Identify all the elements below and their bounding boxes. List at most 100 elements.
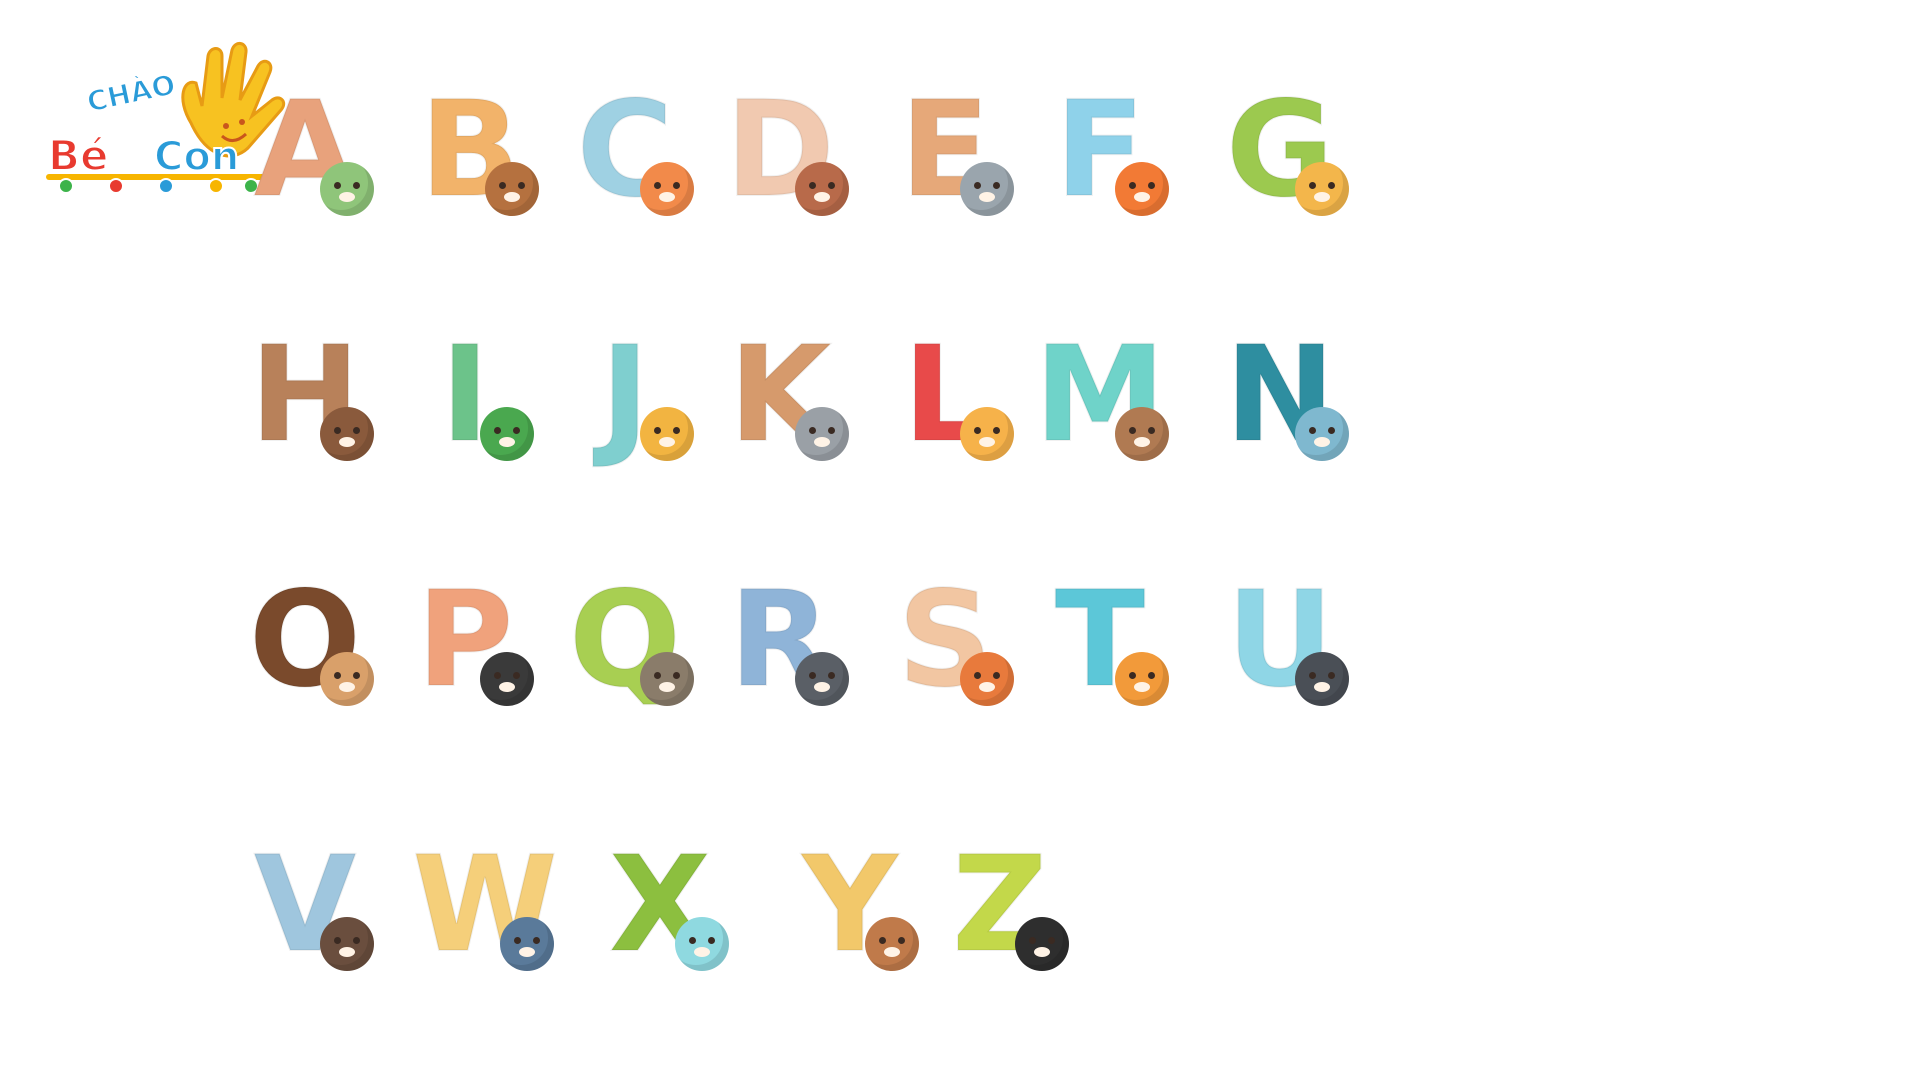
animal-eye — [1129, 672, 1136, 679]
animal-eye — [898, 937, 905, 944]
animal-eye — [334, 937, 341, 944]
letter-card-q: Q — [550, 560, 700, 720]
animal-snout — [499, 437, 515, 447]
animal-snout — [979, 437, 995, 447]
letter-card-a: A — [230, 70, 380, 230]
animal-eye — [1328, 427, 1335, 434]
animal-eye — [513, 427, 520, 434]
elephant-icon — [960, 162, 1014, 216]
letter-card-c: C — [550, 70, 700, 230]
alphabet-grid: ABCDEFG HIJKLMN OPQRSTU VWXYZ — [0, 0, 1920, 1080]
letter-card-d: D — [705, 70, 855, 230]
animal-eye — [974, 672, 981, 679]
letter-card-i: I — [390, 315, 540, 475]
animal-eye — [673, 427, 680, 434]
monkey-icon — [1115, 407, 1169, 461]
animal-snout — [979, 192, 995, 202]
animal-snout — [339, 682, 355, 692]
animal-eye — [654, 182, 661, 189]
animal-eye — [1309, 182, 1316, 189]
animal-eye — [513, 672, 520, 679]
animal-eye — [1309, 427, 1316, 434]
animal-eye — [708, 937, 715, 944]
animal-snout — [1134, 192, 1150, 202]
animal-eye — [993, 182, 1000, 189]
animal-eye — [499, 182, 506, 189]
letter-card-n: N — [1205, 315, 1355, 475]
letter-card-z: Z — [925, 825, 1075, 985]
owl-icon — [320, 652, 374, 706]
animal-eye — [353, 182, 360, 189]
animal-snout — [504, 192, 520, 202]
letter-card-v: V — [230, 825, 380, 985]
animal-eye — [518, 182, 525, 189]
animal-eye — [514, 937, 521, 944]
crocodile-icon — [320, 162, 374, 216]
animal-eye — [1309, 672, 1316, 679]
animal-snout — [659, 192, 675, 202]
letter-card-t: T — [1025, 560, 1175, 720]
alphabet-poster: CHÀO Bé Con ABCDEFGHIJKLMNOPQRSTUVWXYZ — [0, 0, 1920, 1080]
letter-card-s: S — [870, 560, 1020, 720]
animal-snout — [519, 947, 535, 957]
narwhal-icon — [1295, 407, 1349, 461]
quail-icon — [640, 652, 694, 706]
yak-icon — [865, 917, 919, 971]
animal-snout — [659, 437, 675, 447]
animal-snout — [1314, 682, 1330, 692]
animal-eye — [654, 672, 661, 679]
animal-eye — [1148, 182, 1155, 189]
animal-eye — [828, 182, 835, 189]
hedgehog-icon — [1295, 652, 1349, 706]
animal-snout — [1314, 437, 1330, 447]
animal-eye — [334, 672, 341, 679]
letter-card-r: R — [705, 560, 855, 720]
letter-card-g: G — [1205, 70, 1355, 230]
animal-snout — [979, 682, 995, 692]
animal-eye — [828, 427, 835, 434]
bat-icon — [320, 917, 374, 971]
animal-eye — [673, 672, 680, 679]
animal-snout — [884, 947, 900, 957]
letter-card-w: W — [410, 825, 560, 985]
letter-card-e: E — [870, 70, 1020, 230]
animal-eye — [1129, 182, 1136, 189]
animal-eye — [353, 937, 360, 944]
animal-snout — [339, 437, 355, 447]
animal-eye — [1029, 937, 1036, 944]
animal-snout — [814, 682, 830, 692]
animal-snout — [814, 437, 830, 447]
animal-snout — [1134, 437, 1150, 447]
animal-snout — [1034, 947, 1050, 957]
iguana-icon — [480, 407, 534, 461]
giraffe-icon — [1295, 162, 1349, 216]
animal-eye — [1048, 937, 1055, 944]
animal-eye — [828, 672, 835, 679]
animal-eye — [993, 672, 1000, 679]
jaguar-icon — [640, 407, 694, 461]
animal-eye — [809, 672, 816, 679]
cat-icon — [640, 162, 694, 216]
horse-icon — [320, 407, 374, 461]
animal-eye — [673, 182, 680, 189]
animal-snout — [814, 192, 830, 202]
animal-eye — [494, 427, 501, 434]
animal-eye — [974, 427, 981, 434]
animal-eye — [1148, 672, 1155, 679]
animal-snout — [694, 947, 710, 957]
animal-eye — [353, 427, 360, 434]
letter-card-u: U — [1205, 560, 1355, 720]
animal-eye — [654, 427, 661, 434]
animal-eye — [334, 427, 341, 434]
panda-icon — [480, 652, 534, 706]
letter-card-m: M — [1025, 315, 1175, 475]
animal-eye — [974, 182, 981, 189]
koala-icon — [795, 407, 849, 461]
animal-snout — [1314, 192, 1330, 202]
tiger-icon — [1115, 652, 1169, 706]
animal-eye — [494, 672, 501, 679]
lion-icon — [960, 407, 1014, 461]
animal-eye — [809, 427, 816, 434]
letter-card-j: J — [550, 315, 700, 475]
letter-card-h: H — [230, 315, 380, 475]
